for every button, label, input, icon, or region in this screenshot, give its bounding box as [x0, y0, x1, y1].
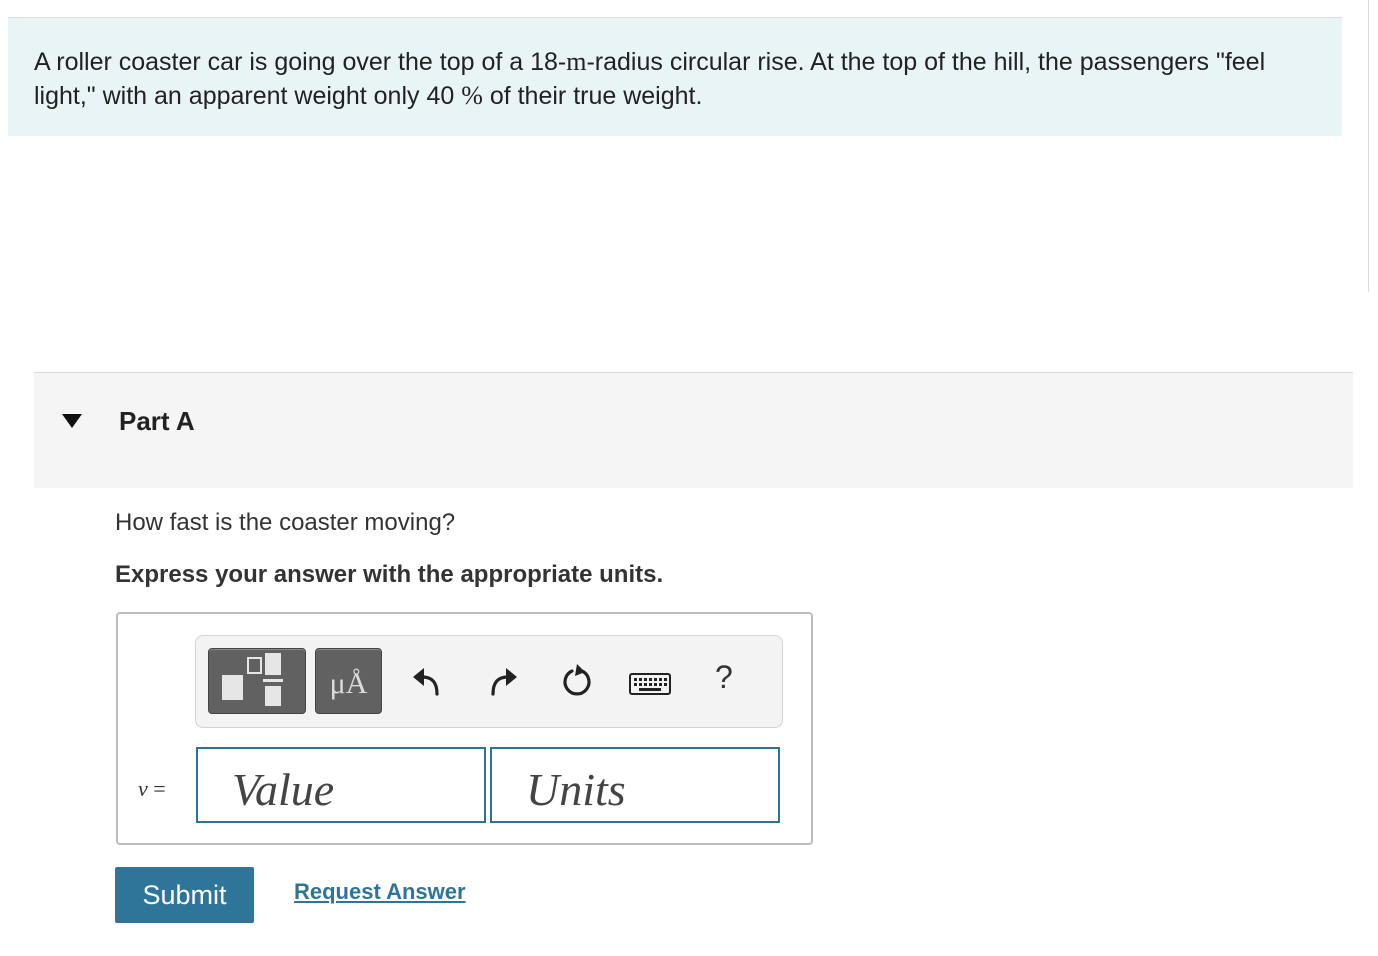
- units-button[interactable]: μÅ: [315, 648, 382, 714]
- answer-box: μÅ ? v =: [116, 612, 813, 845]
- redo-icon[interactable]: [486, 664, 520, 698]
- right-divider: [1368, 0, 1369, 292]
- templates-button[interactable]: [208, 648, 306, 714]
- problem-text-before-radius: A roller coaster car is going over the t…: [34, 48, 567, 76]
- value-input[interactable]: [196, 747, 486, 823]
- percent-symbol: %: [461, 81, 483, 110]
- collapse-caret-icon[interactable]: [62, 414, 82, 428]
- variable-symbol: v: [138, 776, 148, 801]
- problem-statement-panel: A roller coaster car is going over the t…: [8, 18, 1342, 136]
- request-answer-link[interactable]: Request Answer: [294, 879, 466, 905]
- variable-label: v =: [138, 776, 166, 802]
- part-title: Part A: [119, 406, 195, 436]
- problem-text-end: of their true weight.: [482, 82, 703, 110]
- keyboard-icon[interactable]: [629, 673, 671, 695]
- units-input[interactable]: [490, 747, 780, 823]
- undo-icon[interactable]: [410, 664, 444, 698]
- templates-icon: [222, 653, 283, 706]
- radius-unit: m: [566, 47, 587, 76]
- equals-sign: =: [147, 776, 166, 801]
- problem-statement: A roller coaster car is going over the t…: [34, 45, 1324, 113]
- help-icon[interactable]: ?: [715, 659, 733, 696]
- reset-icon[interactable]: [558, 662, 594, 698]
- instruction-text: Express your answer with the appropriate…: [115, 561, 664, 588]
- part-a-header[interactable]: Part A: [34, 372, 1353, 488]
- math-toolbar: μÅ ?: [195, 635, 783, 728]
- units-icon: μÅ: [329, 667, 368, 700]
- question-text: How fast is the coaster moving?: [115, 509, 456, 536]
- submit-button[interactable]: Submit: [115, 867, 254, 923]
